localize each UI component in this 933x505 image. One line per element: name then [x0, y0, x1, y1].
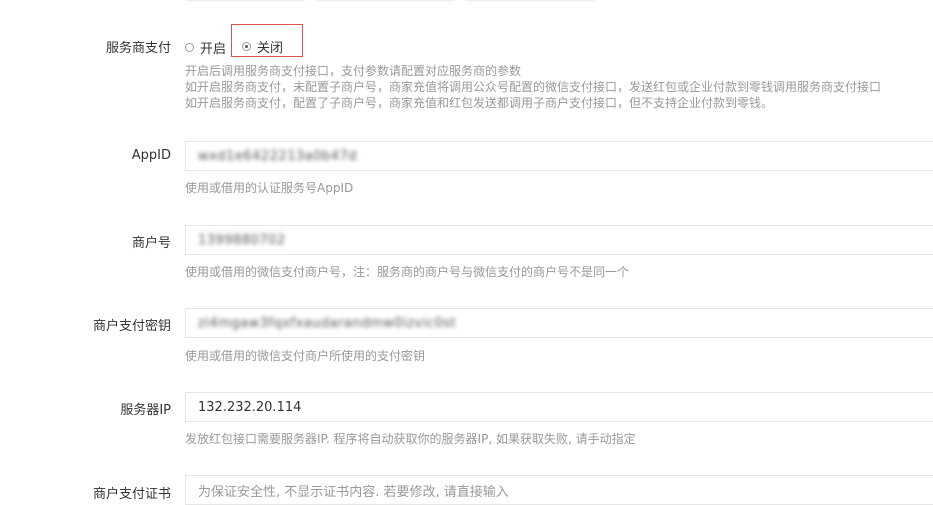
appid-help: 使用或借用的认证服务号AppID [185, 181, 354, 195]
pay-key-help: 使用或借用的微信支付商户所使用的支付密钥 [185, 349, 426, 363]
cert-input[interactable]: 为保证安全性, 不显示证书内容. 若要修改, 请直接输入 [185, 475, 933, 505]
mch-id-help: 使用或借用的微信支付商户号，注：服务商的商户号与微信支付的商户号不是同一个 [185, 265, 630, 279]
cert-label: 商户支付证书 [92, 487, 171, 502]
pay-key-label: 商户支付密钥 [92, 319, 171, 334]
server-ip-label: 服务器IP [120, 403, 171, 418]
sub-merchant-pay-help: 开启后调用服务商支付接口，支付参数请配置对应服务商的参数 如开启服务商支付，未配… [185, 63, 881, 111]
help-line: 开启后调用服务商支付接口，支付参数请配置对应服务商的参数 [185, 64, 522, 78]
radio-option-off-label: 关闭 [257, 41, 284, 56]
mch-id-label: 商户号 [131, 236, 171, 251]
radio-option-off[interactable]: 关闭 [242, 37, 283, 56]
previous-help-text-cutoff [185, 0, 605, 2]
server-ip-help: 发放红包接口需要服务器IP. 程序将自动获取你的服务器IP, 如果获取失败, 请… [185, 432, 636, 446]
pay-key-value: zi4mgaw3fqxfxaudarandmw0izvic0st [198, 315, 457, 331]
appid-input[interactable]: wxd1e6422213a0b47d [185, 141, 933, 171]
appid-label: AppID [131, 148, 171, 163]
radio-checked-icon [242, 42, 251, 51]
mch-id-value: 1399880702 [198, 232, 286, 248]
sub-merchant-pay-label: 服务商支付 [105, 41, 171, 56]
help-line: 如开启服务商支付，未配置子商户号，商家充值将调用公众号配置的微信支付接口，发送红… [185, 80, 882, 94]
appid-value: wxd1e6422213a0b47d [198, 148, 358, 164]
help-line: 如开启服务商支付，配置了子商户号，商家充值和红包发送都调用子商户支付接口，但不支… [185, 96, 774, 110]
radio-unchecked-icon [185, 42, 194, 52]
cert-placeholder: 为保证安全性, 不显示证书内容. 若要修改, 请直接输入 [198, 484, 509, 500]
pay-key-input[interactable]: zi4mgaw3fqxfxaudarandmw0izvic0st [185, 308, 933, 338]
mch-id-input[interactable]: 1399880702 [185, 225, 933, 255]
radio-option-on[interactable]: 开启 [185, 38, 226, 57]
radio-option-on-label: 开启 [200, 41, 227, 57]
server-ip-input[interactable]: 132.232.20.114 [185, 392, 933, 422]
sub-merchant-pay-radio-group: 开启 [185, 37, 226, 57]
server-ip-value: 132.232.20.114 [198, 399, 302, 415]
